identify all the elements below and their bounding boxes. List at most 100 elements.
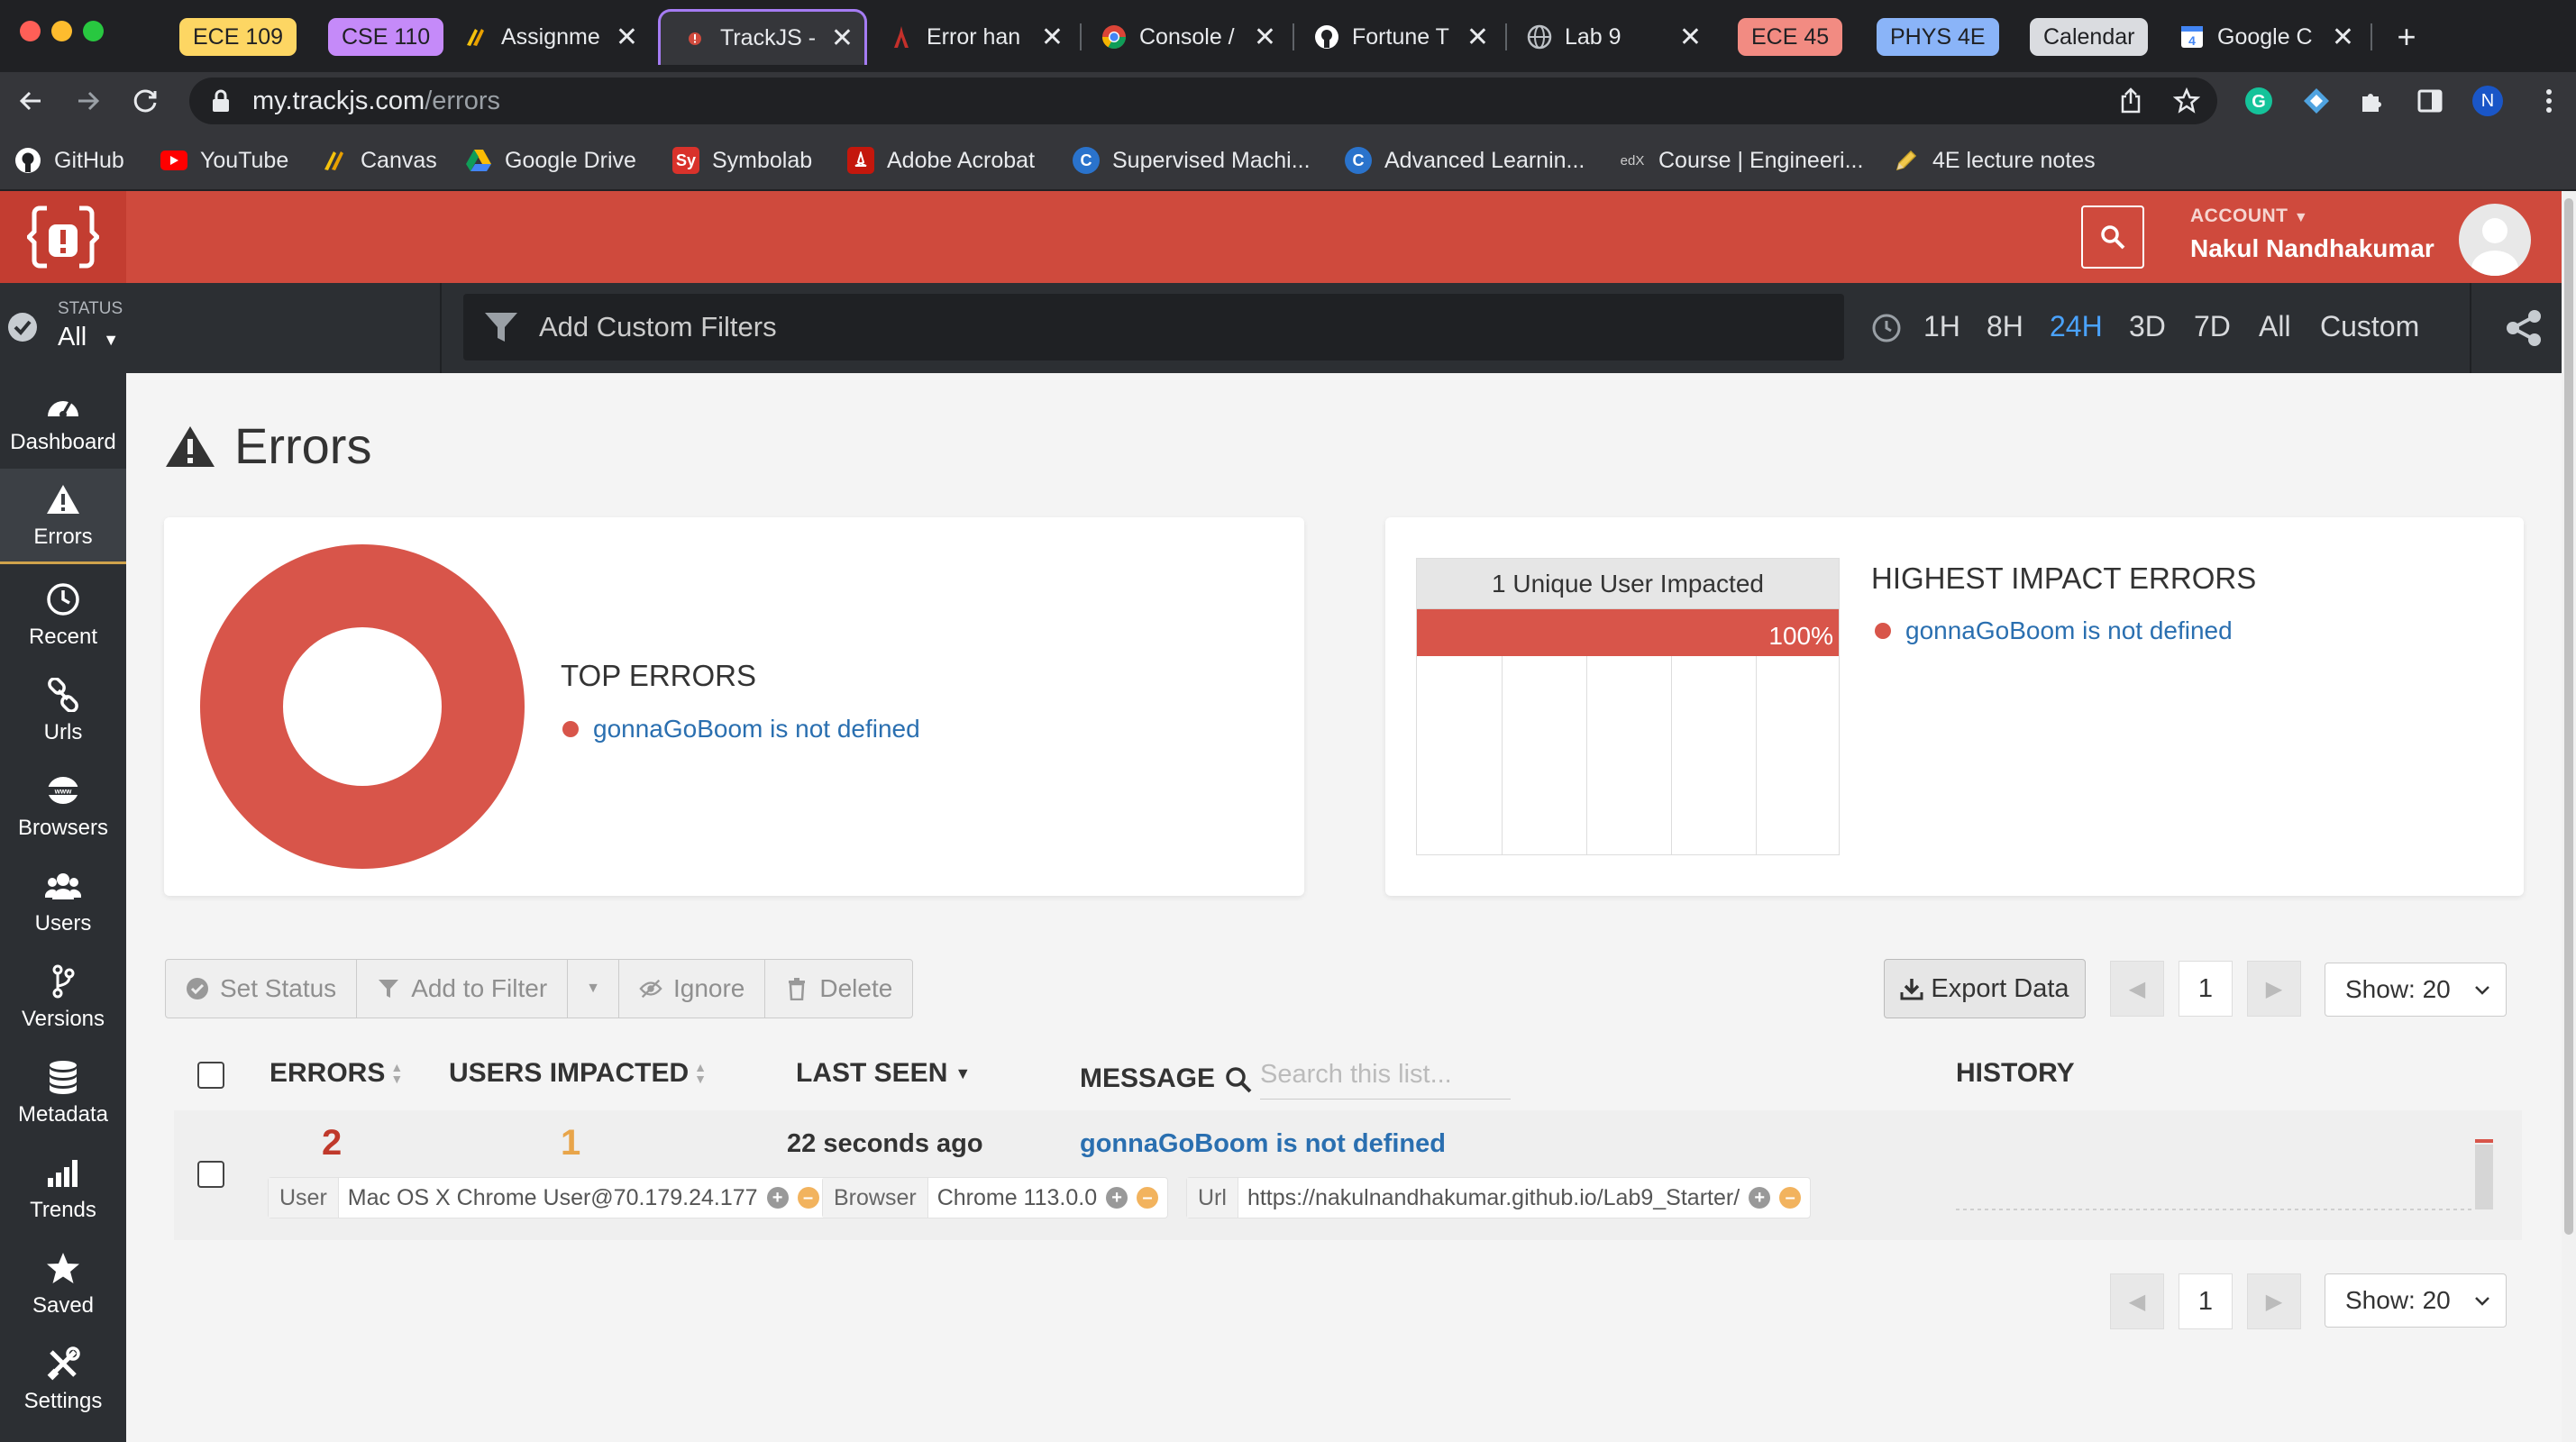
nav-metadata[interactable]: Metadata: [0, 1045, 126, 1141]
profile-avatar-icon[interactable]: N: [2471, 85, 2504, 117]
custom-filter-input[interactable]: Add Custom Filters: [463, 294, 1844, 360]
add-filter-plus-icon[interactable]: +: [1106, 1187, 1128, 1209]
close-tab-icon[interactable]: ✕: [1674, 22, 1707, 53]
set-status-button[interactable]: Set Status: [166, 960, 358, 1018]
share-button[interactable]: [2470, 283, 2576, 373]
status-filter[interactable]: STATUS All ▼: [0, 283, 442, 373]
range-7d[interactable]: 7D: [2194, 310, 2231, 343]
range-all[interactable]: All: [2259, 310, 2291, 343]
extensions-puzzle-icon[interactable]: [2356, 85, 2389, 117]
next-page-button[interactable]: ▶: [2247, 1273, 2301, 1329]
account-menu-label[interactable]: ACCOUNT ▼: [2190, 205, 2308, 227]
tab-console[interactable]: Console / ✕: [1101, 9, 1282, 65]
tab-group-phys4e[interactable]: PHYS 4E: [1877, 18, 1999, 56]
trackjs-logo[interactable]: [0, 191, 126, 283]
range-custom[interactable]: Custom: [2320, 310, 2419, 343]
bookmark-google-drive[interactable]: Google Drive: [465, 144, 636, 177]
page-number[interactable]: 1: [2179, 961, 2233, 1017]
range-3d[interactable]: 3D: [2129, 310, 2166, 343]
next-page-button[interactable]: ▶: [2247, 961, 2301, 1017]
export-data-button[interactable]: Export Data: [1884, 959, 2086, 1018]
top-errors-legend-item[interactable]: gonnaGoBoom is not defined: [562, 715, 920, 744]
close-tab-icon[interactable]: ✕: [826, 23, 859, 54]
nav-errors[interactable]: Errors: [0, 469, 126, 564]
search-button[interactable]: [2081, 205, 2144, 269]
tab-fortune[interactable]: Fortune T ✕: [1314, 9, 1494, 65]
address-bar[interactable]: my.trackjs.com/errors: [189, 78, 2217, 124]
range-24h[interactable]: 24H: [2050, 310, 2103, 343]
nav-saved[interactable]: Saved: [0, 1237, 126, 1332]
forward-icon[interactable]: [72, 85, 105, 117]
prev-page-button[interactable]: ◀: [2110, 1273, 2164, 1329]
tab-assignment[interactable]: Assignme ✕: [463, 9, 644, 65]
tab-group-ece109[interactable]: ECE 109: [179, 18, 297, 56]
column-errors-header[interactable]: ERRORS ▲ ▼: [269, 1058, 403, 1089]
account-name[interactable]: Nakul Nandhakumar: [2190, 234, 2434, 263]
bookmark-advanced-learning[interactable]: C Advanced Learnin...: [1345, 144, 1585, 177]
error-message-link[interactable]: gonnaGoBoom is not defined: [1080, 1129, 1446, 1159]
prev-page-button[interactable]: ◀: [2110, 961, 2164, 1017]
tab-group-calendar[interactable]: Calendar: [2030, 18, 2149, 56]
highest-impact-legend-item[interactable]: gonnaGoBoom is not defined: [1875, 616, 2233, 645]
exclude-filter-minus-icon[interactable]: –: [1779, 1187, 1802, 1209]
ignore-button[interactable]: Ignore: [619, 960, 766, 1018]
back-icon[interactable]: [14, 85, 47, 117]
page-size-select[interactable]: Show: 20: [2325, 1273, 2507, 1328]
close-window-button[interactable]: [20, 21, 41, 41]
tab-group-cse110[interactable]: CSE 110: [328, 18, 444, 56]
share-page-icon[interactable]: [2115, 85, 2147, 117]
exclude-filter-minus-icon[interactable]: –: [1137, 1187, 1159, 1209]
maximize-window-button[interactable]: [83, 21, 104, 41]
search-list-input[interactable]: Search this list...: [1260, 1060, 1511, 1100]
nav-settings[interactable]: Settings: [0, 1332, 126, 1428]
bookmark-github[interactable]: GitHub: [14, 144, 124, 177]
add-to-filter-button[interactable]: Add to Filter: [357, 960, 569, 1018]
page-size-select[interactable]: Show: 20: [2325, 963, 2507, 1017]
nav-dashboard[interactable]: Dashboard: [0, 373, 126, 469]
add-to-filter-dropdown[interactable]: ▼: [568, 960, 619, 1018]
close-tab-icon[interactable]: ✕: [1248, 22, 1282, 53]
tab-error-handling[interactable]: Error han ✕: [889, 9, 1069, 65]
page-number[interactable]: 1: [2179, 1273, 2233, 1329]
tab-group-ece45[interactable]: ECE 45: [1738, 18, 1843, 56]
column-last-seen-header[interactable]: LAST SEEN ▼: [796, 1058, 971, 1089]
bookmark-star-icon[interactable]: [2170, 85, 2203, 117]
close-tab-icon[interactable]: ✕: [610, 22, 644, 53]
page-scrollbar[interactable]: [2562, 191, 2576, 1442]
side-panel-icon[interactable]: [2414, 85, 2446, 117]
add-filter-plus-icon[interactable]: +: [1749, 1187, 1771, 1209]
bookmark-course-engineering[interactable]: edX Course | Engineeri...: [1619, 144, 1864, 177]
new-tab-button[interactable]: +: [2389, 9, 2425, 65]
bookmark-canvas[interactable]: Canvas: [321, 144, 437, 177]
exclude-filter-minus-icon[interactable]: –: [797, 1187, 819, 1209]
nav-urls[interactable]: Urls: [0, 663, 126, 759]
bookmark-4e-lecture-notes[interactable]: 4E lecture notes: [1893, 144, 2096, 177]
extension-diamond-icon[interactable]: [2300, 85, 2333, 117]
grammarly-icon[interactable]: G: [2243, 85, 2275, 117]
nav-users[interactable]: Users: [0, 854, 126, 950]
select-all-checkbox[interactable]: [197, 1062, 224, 1089]
range-8h[interactable]: 8H: [1987, 310, 2023, 343]
reload-icon[interactable]: [130, 85, 162, 117]
close-tab-icon[interactable]: ✕: [1461, 22, 1494, 53]
bookmark-adobe-acrobat[interactable]: Adobe Acrobat: [847, 144, 1035, 177]
add-filter-plus-icon[interactable]: +: [766, 1187, 789, 1209]
bookmark-supervised-machine[interactable]: C Supervised Machi...: [1073, 144, 1311, 177]
close-tab-icon[interactable]: ✕: [1036, 22, 1069, 53]
tab-trackjs[interactable]: TrackJS - ✕: [658, 9, 867, 65]
nav-trends[interactable]: Trends: [0, 1141, 126, 1237]
minimize-window-button[interactable]: [51, 21, 72, 41]
tab-lab9[interactable]: Lab 9 ✕: [1527, 9, 1707, 65]
close-tab-icon[interactable]: ✕: [2326, 22, 2360, 53]
nav-browsers[interactable]: www Browsers: [0, 759, 126, 854]
row-checkbox[interactable]: [197, 1161, 224, 1188]
scrollbar-thumb[interactable]: [2564, 198, 2573, 1235]
kebab-menu-icon[interactable]: [2533, 85, 2565, 117]
tab-google-calendar[interactable]: 4 Google C ✕: [2179, 9, 2360, 65]
bookmark-symbolab[interactable]: Sy Symbolab: [672, 144, 812, 177]
avatar[interactable]: [2459, 204, 2531, 276]
nav-versions[interactable]: Versions: [0, 950, 126, 1045]
column-users-header[interactable]: USERS IMPACTED ▲ ▼: [449, 1058, 707, 1089]
range-1h[interactable]: 1H: [1923, 310, 1960, 343]
bookmark-youtube[interactable]: YouTube: [160, 144, 288, 177]
